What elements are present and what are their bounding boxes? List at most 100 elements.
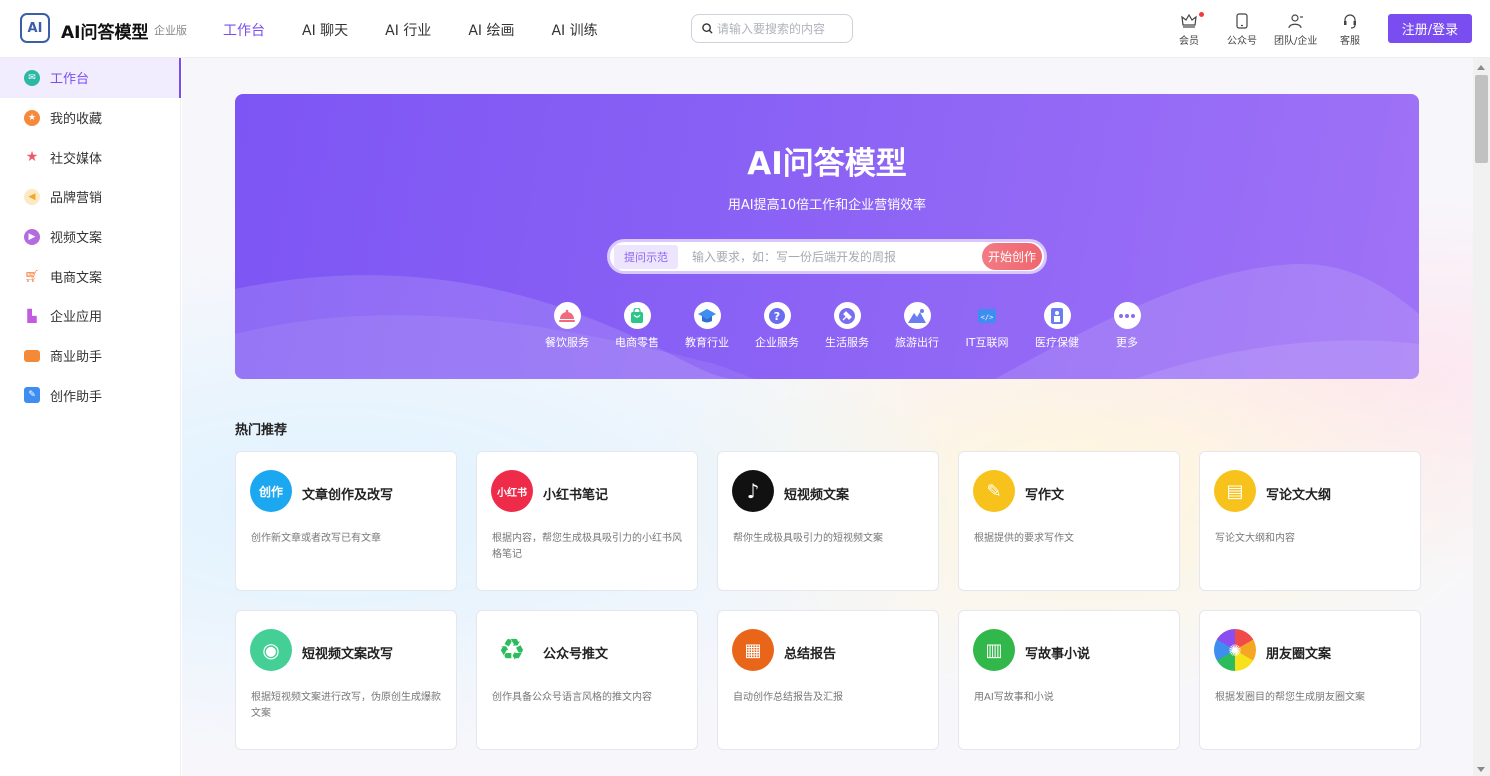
edition-badge: 企业版 <box>154 24 187 37</box>
card-thesis-outline[interactable]: ▤ 写论文大纲 写论文大纲和内容 <box>1199 451 1421 591</box>
nav-ai-training[interactable]: AI 训练 <box>551 20 597 40</box>
card-desc: 根据发圈目的帮您生成朋友圈文案 <box>1215 692 1365 703</box>
sidebar-item-label: 视频文案 <box>50 231 103 247</box>
industry-label: 餐饮服务 <box>545 336 589 349</box>
card-title: 写故事小说 <box>1025 647 1091 662</box>
star-outline-icon: ★ <box>25 149 39 166</box>
industry-label: 医疗保健 <box>1035 336 1079 349</box>
chart-board-icon: ▦ <box>732 629 774 671</box>
recycle-icon: ♻ <box>491 629 533 671</box>
card-story-novel[interactable]: ▥ 写故事小说 用AI写故事和小说 <box>958 610 1180 750</box>
card-short-video[interactable]: ♪ 短视频文案 帮你生成极具吸引力的短视频文案 <box>717 451 939 591</box>
card-title: 公众号推文 <box>543 647 609 662</box>
industry-label: 电商零售 <box>615 336 659 349</box>
official-account-tool[interactable]: 公众号 <box>1227 12 1257 47</box>
industry-life-services[interactable]: 生活服务 <box>812 302 882 350</box>
industry-travel[interactable]: 旅游出行 <box>882 302 952 350</box>
svg-text:</>: </> <box>981 313 994 321</box>
shopping-bag-icon <box>623 302 651 329</box>
sidebar-item-social-media[interactable]: ★ 社交媒体 <box>0 137 180 177</box>
card-desc: 根据内容，帮您生成极具吸引力的小红书风格笔记 <box>492 533 682 560</box>
building-icon: ▙ <box>27 308 37 323</box>
industry-enterprise[interactable]: ? 企业服务 <box>742 302 812 350</box>
team-icon <box>1287 12 1305 30</box>
service-tool[interactable]: 客服 <box>1340 12 1360 47</box>
app-title[interactable]: AI问答模型 <box>61 18 148 43</box>
member-label: 会员 <box>1179 36 1199 47</box>
login-button[interactable]: 注册/登录 <box>1388 14 1472 43</box>
team-tool[interactable]: 团队/企业 <box>1274 12 1317 47</box>
nav-ai-chat[interactable]: AI 聊天 <box>302 20 348 40</box>
sidebar-item-brand-marketing[interactable]: ◀ 品牌营销 <box>0 177 180 217</box>
industry-it-internet[interactable]: </> IT互联网 <box>952 302 1022 350</box>
cart-icon: 🛒︎ <box>24 269 40 284</box>
card-moments-copy[interactable]: ✺ 朋友圈文案 根据发圈目的帮您生成朋友圈文案 <box>1199 610 1421 750</box>
vertical-scrollbar[interactable] <box>1473 58 1490 776</box>
sidebar-item-label: 我的收藏 <box>50 112 103 128</box>
industry-label: IT互联网 <box>965 336 1009 349</box>
sidebar-item-enterprise-apps[interactable]: ▙ 企业应用 <box>0 296 180 336</box>
megaphone-icon: ◀ <box>24 188 40 205</box>
industry-healthcare[interactable]: 医疗保健 <box>1022 302 1092 350</box>
nav-workbench[interactable]: 工作台 <box>223 20 265 40</box>
play-icon: ▶ <box>24 228 40 245</box>
xiaohongshu-icon: 小红书 <box>491 470 533 512</box>
tiktok-icon: ♪ <box>732 470 774 512</box>
sidebar-item-label: 商业助手 <box>50 350 103 366</box>
sidebar-item-label: 工作台 <box>50 72 90 88</box>
code-icon: </> <box>974 302 1001 329</box>
industry-ecommerce[interactable]: 电商零售 <box>602 302 672 350</box>
industry-catering[interactable]: 餐饮服务 <box>532 302 602 350</box>
card-official-account-post[interactable]: ♻ 公众号推文 创作具备公众号语言风格的推文内容 <box>476 610 698 750</box>
industry-label: 企业服务 <box>755 336 799 349</box>
sidebar-item-creation-assistant[interactable]: ✎ 创作助手 <box>0 376 180 416</box>
phone-icon <box>1233 12 1251 30</box>
card-essay[interactable]: ✎ 写作文 根据提供的要求写作文 <box>958 451 1180 591</box>
scroll-up-arrow[interactable] <box>1477 65 1485 70</box>
card-title: 写作文 <box>1025 488 1065 503</box>
industry-label: 更多 <box>1116 336 1138 349</box>
sidebar-item-business-assistant[interactable]: 商业助手 <box>0 336 180 376</box>
top-nav: 工作台 AI 聊天 AI 行业 AI 绘画 AI 训练 <box>223 20 635 40</box>
sidebar-item-video-copy[interactable]: ▶ 视频文案 <box>0 217 180 257</box>
card-xiaohongshu[interactable]: 小红书 小红书笔记 根据内容，帮您生成极具吸引力的小红书风格笔记 <box>476 451 698 591</box>
notification-dot <box>1199 12 1204 17</box>
card-article-writing[interactable]: 创作 文章创作及改写 创作新文章或者改写已有文章 <box>235 451 457 591</box>
recommend-grid: 创作 文章创作及改写 创作新文章或者改写已有文章 小红书 小红书笔记 根据内容，… <box>235 451 1421 750</box>
industry-label: 生活服务 <box>825 336 869 349</box>
nav-ai-industry[interactable]: AI 行业 <box>385 20 431 40</box>
scroll-thumb[interactable] <box>1475 75 1488 163</box>
card-title: 写论文大纲 <box>1266 488 1332 503</box>
nav-ai-painting[interactable]: AI 绘画 <box>468 20 514 40</box>
card-desc: 用AI写故事和小说 <box>974 692 1054 703</box>
card-summary-report[interactable]: ▦ 总结报告 自动创作总结报告及汇报 <box>717 610 939 750</box>
sidebar-item-ecommerce-copy[interactable]: 🛒︎ 电商文案 <box>0 256 180 296</box>
start-create-button[interactable]: 开始创作 <box>981 243 1042 270</box>
sidebar-item-favorites[interactable]: ★ 我的收藏 <box>0 98 180 138</box>
prompt-example-tag[interactable]: 提问示范 <box>614 244 678 269</box>
edit-note-icon: ✎ <box>24 387 40 404</box>
industry-more[interactable]: 更多 <box>1092 302 1162 350</box>
search-input[interactable] <box>717 21 847 36</box>
card-video-rewrite[interactable]: ◉ 短视频文案改写 根据短视频文案进行改写，伪原创生成爆款文案 <box>235 610 457 750</box>
card-desc: 自动创作总结报告及汇报 <box>733 692 843 703</box>
card-desc: 创作具备公众号语言风格的推文内容 <box>492 692 652 703</box>
mountain-icon <box>903 302 931 329</box>
prompt-input[interactable] <box>692 249 982 264</box>
sidebar-item-label: 社交媒体 <box>50 151 103 167</box>
scroll-down-arrow[interactable] <box>1477 767 1485 772</box>
sidebar: ✉ 工作台 ★ 我的收藏 ★ 社交媒体 ◀ 品牌营销 ▶ 视频文案 🛒︎ 电商文… <box>0 58 181 776</box>
dish-icon <box>553 302 581 329</box>
headset-icon <box>1341 12 1359 30</box>
member-tool[interactable]: 会员 <box>1179 12 1204 47</box>
logo-icon[interactable]: AI <box>20 13 50 43</box>
document-icon: ▤ <box>1214 470 1256 512</box>
service-label: 客服 <box>1340 36 1360 47</box>
card-desc: 根据短视频文案进行改写，伪原创生成爆款文案 <box>251 692 441 719</box>
main-content: AI问答模型 用AI提高10倍工作和企业营销效率 提问示范 开始创作 餐饮服务 … <box>182 58 1473 776</box>
sidebar-item-label: 企业应用 <box>50 310 103 326</box>
industry-education[interactable]: 教育行业 <box>672 302 742 350</box>
sidebar-item-workbench[interactable]: ✉ 工作台 <box>0 58 181 98</box>
sidebar-item-label: 创作助手 <box>50 389 103 405</box>
card-desc: 根据提供的要求写作文 <box>974 533 1074 544</box>
